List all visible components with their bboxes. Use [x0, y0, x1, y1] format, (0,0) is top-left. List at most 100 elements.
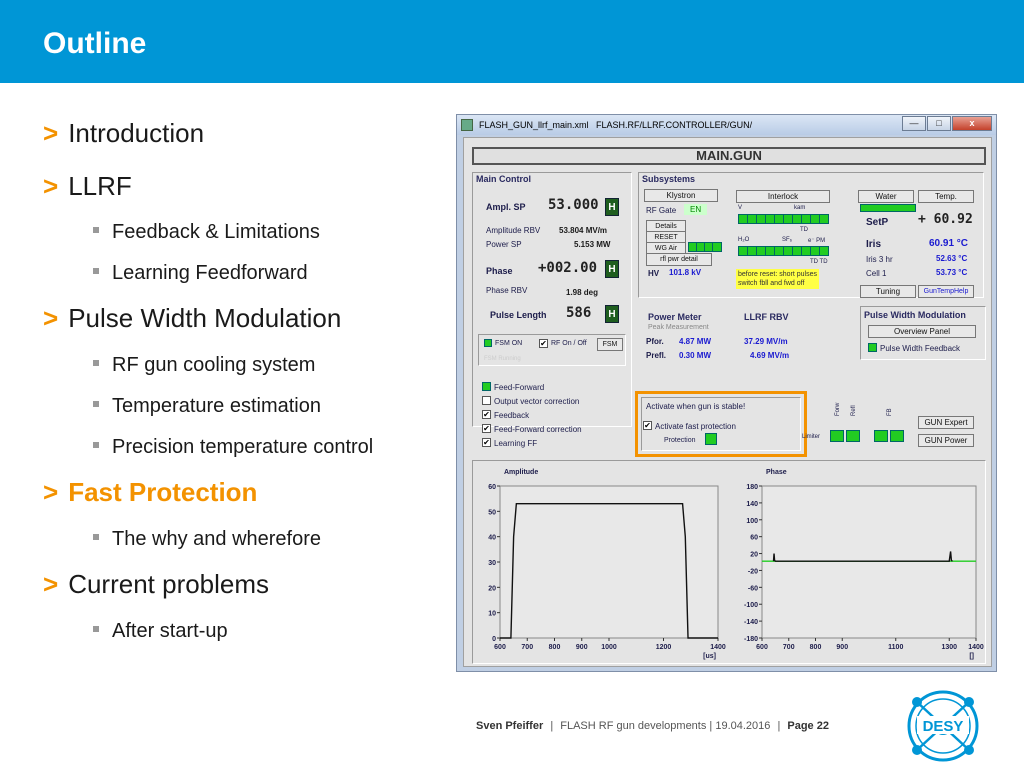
option-label: Learning FF: [494, 439, 538, 448]
window-client: MAIN.GUN Main Control Ampl. SP 53.000 H …: [463, 137, 992, 667]
window-titlebar: FLASH_GUN_llrf_main.xml FLASH.RF/LLRF.CO…: [457, 115, 996, 135]
learning-ff-checkbox[interactable]: ✔: [482, 438, 491, 447]
activate-stable-label: Activate when gun is stable!: [646, 402, 746, 411]
ff-correction-checkbox[interactable]: ✔: [482, 424, 491, 433]
subbullet-why: The why and wherefore: [93, 528, 321, 551]
pfor-value: 4.87 MW: [679, 337, 712, 346]
temp-button[interactable]: Temp.: [918, 190, 974, 203]
bullet-marker: >: [43, 118, 59, 148]
y-tick-label: -180: [744, 636, 758, 643]
option-label: Feed-Forward correction: [494, 425, 582, 434]
rf-gate-status: EN: [684, 204, 708, 215]
x-tick-label: 1300: [941, 644, 957, 651]
status-led: [712, 242, 722, 252]
output-vector-checkbox[interactable]: [482, 396, 491, 405]
y-tick-label: 10: [488, 611, 496, 618]
prefl-value: 0.30 MW: [679, 351, 712, 360]
y-tick-label: 60: [750, 535, 758, 542]
phase-label: Phase: [486, 266, 513, 276]
tuning-button[interactable]: Tuning: [860, 285, 916, 298]
interlock-button[interactable]: Interlock: [736, 190, 830, 203]
ampl-h-button[interactable]: H: [605, 198, 619, 216]
llrf-window-screenshot: FLASH_GUN_llrf_main.xml FLASH.RF/LLRF.CO…: [456, 114, 997, 672]
subbullet-temp-est: Temperature estimation: [93, 395, 321, 418]
subbullet-cooling: RF gun cooling system: [93, 354, 315, 377]
main-control-title: Main Control: [476, 174, 531, 184]
fsm-on-led: [484, 339, 492, 347]
protection-label: Protection: [664, 437, 696, 444]
minimize-button[interactable]: —: [902, 116, 926, 131]
y-tick-label: -20: [748, 568, 758, 575]
subbullet-text: Precision temperature control: [112, 436, 374, 458]
y-tick-label: -60: [748, 585, 758, 592]
app-icon: [461, 119, 473, 131]
bullet-marker: >: [43, 477, 59, 507]
interlock-h2o-label: H₂O: [738, 237, 750, 243]
hv-value: 101.8 kV: [669, 268, 702, 277]
x-tick-label: 600: [494, 644, 506, 651]
y-tick-label: 100: [746, 518, 758, 525]
rf-gate-label: RF Gate: [646, 206, 677, 215]
maximize-button[interactable]: □: [927, 116, 951, 131]
bullet-current-problems: > Current problems: [43, 569, 269, 600]
y-tick-label: 140: [746, 501, 758, 508]
subbullet-text: RF gun cooling system: [112, 354, 316, 376]
setp-value[interactable]: + 60.92: [918, 212, 973, 227]
guntemphelp-button[interactable]: GunTempHelp: [918, 285, 974, 298]
square-bullet-icon: [93, 625, 99, 632]
power-sp-label: Power SP: [486, 240, 522, 249]
bullet-text: Current problems: [68, 569, 270, 599]
y-tick-label: 40: [488, 535, 496, 542]
refl-detail-button[interactable]: rfl pwr detail: [646, 253, 712, 266]
setp-label: SetP: [866, 217, 889, 228]
phase-rbv-value: 1.98 deg: [566, 288, 599, 297]
ampl-sp-value[interactable]: 53.000: [548, 197, 599, 213]
rf-onoff-label: RF On / Off: [551, 340, 587, 347]
fsm-on-label: FSM ON: [495, 340, 523, 347]
x-tick-label: 800: [549, 644, 561, 651]
gun-power-button[interactable]: GUN Power: [918, 434, 974, 447]
water-button[interactable]: Water: [858, 190, 914, 203]
y-tick-label: 60: [488, 484, 496, 491]
pulse-length-value[interactable]: 586: [566, 305, 591, 321]
hv-label: HV: [648, 269, 660, 278]
klystron-button[interactable]: Klystron: [644, 189, 718, 202]
subbullet-text: Feedback & Limitations: [112, 221, 320, 243]
phase-rbv-label: Phase RBV: [486, 286, 528, 295]
footer-description: FLASH RF gun developments | 19.04.2016: [560, 720, 771, 732]
overview-panel-button[interactable]: Overview Panel: [868, 325, 976, 338]
bullet-text: Introduction: [68, 118, 205, 148]
amplitude-chart: Amplitude 0 10 20 30 40 50 60 600 700 800 900 1000 12…: [474, 462, 726, 662]
pulse-length-label: Pulse Length: [490, 310, 547, 320]
subbullet-text: Temperature estimation: [112, 395, 321, 417]
x-tick-label: 800: [810, 644, 822, 651]
activate-fast-protection-checkbox[interactable]: ✔: [643, 421, 652, 430]
fsm-running-label: FSM Running: [484, 356, 521, 362]
plot-area: [761, 485, 977, 639]
phase-h-button[interactable]: H: [605, 260, 619, 278]
y-tick-label: 50: [488, 509, 496, 516]
x-tick-label: 700: [521, 644, 533, 651]
close-button[interactable]: x: [952, 116, 992, 131]
feedback-checkbox[interactable]: ✔: [482, 410, 491, 419]
limiter-label: Limiter: [802, 434, 821, 440]
option-label: Output vector correction: [494, 397, 580, 406]
x-tick-label: 1400: [710, 644, 726, 651]
bullet-marker: >: [43, 303, 59, 333]
slide-footer: Sven Pfeiffer | FLASH RF gun development…: [476, 720, 829, 732]
fsm-button[interactable]: FSM: [597, 338, 623, 351]
square-bullet-icon: [93, 533, 99, 540]
phase-value[interactable]: +002.00: [538, 260, 597, 276]
x-axis-unit: []: [969, 653, 974, 660]
x-tick-label: 1200: [656, 644, 672, 651]
gun-expert-button[interactable]: GUN Expert: [918, 416, 974, 429]
refl-label: Refl: [851, 405, 857, 416]
pulse-width-feedback-label: Pulse Width Feedback: [880, 344, 961, 353]
activate-fast-protection-label: Activate fast protection: [655, 422, 736, 431]
pulse-length-h-button[interactable]: H: [605, 305, 619, 323]
iris-label: Iris: [866, 239, 882, 250]
limiter-led: [830, 430, 844, 442]
footer-page-number: Page 22: [787, 720, 829, 732]
rf-onoff-checkbox[interactable]: ✔: [539, 339, 548, 348]
pfor-label: Pfor.: [646, 337, 664, 346]
